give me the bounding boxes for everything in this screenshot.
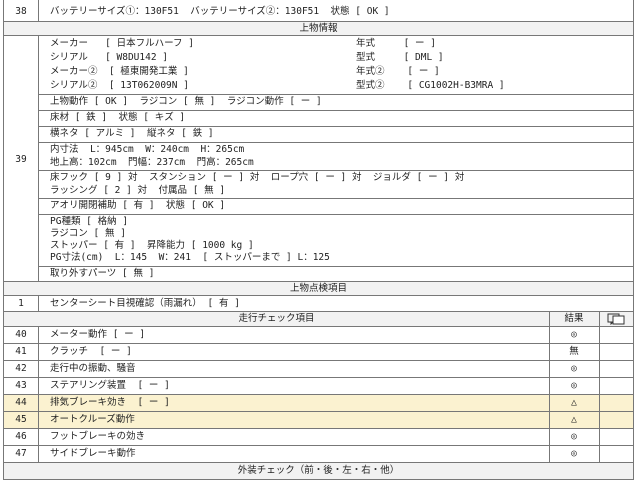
pg-type: PG種類 [ 格納 ] xyxy=(50,216,129,227)
check-item-label: オートクルーズ動作 xyxy=(50,414,135,425)
row-number: 45 xyxy=(15,414,27,425)
powergate-block: PG種類 [ 格納 ] ラジコン [ 無 ] ストッパー [ 有 ] 昇降能力 … xyxy=(38,214,634,267)
table-row: 47 サイドブレーキ動作 ◎ xyxy=(3,446,634,463)
maker-2: メーカー② [ 極東開発工業 ] xyxy=(50,66,189,77)
check-result: ◎ xyxy=(571,380,577,391)
result-header: 結果 xyxy=(564,313,584,324)
serial-2: シリアル② [ 13T062009N ] xyxy=(50,80,189,91)
ground-dimensions: 地上高：102cm 門幅：237cm 門高：265cm xyxy=(50,157,254,168)
floor-line: 床材 [ 鉄 ] 状態 [ キズ ] xyxy=(38,110,634,127)
row-number: 40 xyxy=(15,329,27,340)
tailgate-line: アオリ開閉補助 [ 有 ] 状態 [ OK ] xyxy=(38,198,634,215)
upper-section-title: 上物情報 xyxy=(299,23,338,34)
table-row: 41 クラッチ [ ー ] 無 xyxy=(3,344,634,361)
beams-line: 横ネタ [ アルミ ] 縦ネタ [ 鉄 ] xyxy=(38,126,634,143)
row-number: 43 xyxy=(15,380,27,391)
table-row: 40 メーター動作 [ ー ] ◎ xyxy=(3,327,634,344)
table-row: 45 オートクルーズ動作 △ xyxy=(3,412,634,429)
hooks-text-2: ラッシング [ 2 ] 対 付属品 [ 無 ] xyxy=(50,185,226,196)
pg-radio: ラジコン [ 無 ] xyxy=(50,228,126,239)
pg-dimensions: PG寸法(cm) L：145 W：241 [ ストッパーまで ] L：125 xyxy=(50,252,330,263)
upper-info-block: 39 メーカー [ 日本フルハーフ ] 年式 [ ー ] シリアル [ W8DU… xyxy=(3,36,634,282)
exterior-section-header: 外装チェック（前・後・左・右・他） xyxy=(3,463,634,480)
drive-check-title: 走行チェック項目 xyxy=(238,313,315,324)
comment-icon xyxy=(607,313,625,328)
check-result: ◎ xyxy=(571,329,577,340)
model-2: 型式② [ CG1002H-B3MRA ] xyxy=(356,80,505,91)
maker-block: メーカー [ 日本フルハーフ ] 年式 [ ー ] シリアル [ W8DU142… xyxy=(38,36,634,95)
check-result: ◎ xyxy=(571,448,577,459)
beams-text: 横ネタ [ アルミ ] 縦ネタ [ 鉄 ] xyxy=(50,128,214,139)
floor-text: 床材 [ 鉄 ] 状態 [ キズ ] xyxy=(50,112,186,123)
check-item-label: 走行中の振動、騒音 xyxy=(50,363,136,374)
row-number: 42 xyxy=(15,363,27,374)
check-item-label: ステアリング装置 [ ー ] xyxy=(50,380,170,391)
dimensions-block: 内寸法 L：945cm W：240cm H：265cm 地上高：102cm 門幅… xyxy=(38,142,634,171)
inner-dimensions: 内寸法 L：945cm W：240cm H：265cm xyxy=(50,144,245,155)
year-1: 年式 [ ー ] xyxy=(356,38,436,49)
year-2: 年式② [ ー ] xyxy=(356,66,440,77)
inspection-row: 1 センターシート目視確認（雨漏れ） [ 有 ] xyxy=(3,296,634,312)
row-number: 41 xyxy=(15,346,27,357)
removable-text: 取り外すパーツ [ 無 ] xyxy=(50,268,155,279)
hooks-block: 床フック [ 9 ] 対 スタンション [ ー ] 対 ロープ穴 [ ー ] 対… xyxy=(38,170,634,199)
tailgate-text: アオリ開閉補助 [ 有 ] 状態 [ OK ] xyxy=(50,200,226,211)
inspection-section-header: 上物点検項目 xyxy=(3,282,634,296)
maker-1: メーカー [ 日本フルハーフ ] xyxy=(50,38,194,49)
check-item-label: クラッチ [ ー ] xyxy=(50,346,132,357)
check-item-label: 排気ブレーキ効き [ ー ] xyxy=(50,397,170,408)
check-result: ◎ xyxy=(571,431,577,442)
table-row: 44 排気ブレーキ効き [ ー ] △ xyxy=(3,395,634,412)
row-number: 39 xyxy=(15,154,27,165)
operation-line: 上物動作 [ OK ] ラジコン [ 無 ] ラジコン動作 [ ー ] xyxy=(38,94,634,111)
battery-size-text: バッテリーサイズ①：130F51 バッテリーサイズ②：130F51 状態 [ O… xyxy=(50,6,390,17)
row-number: 47 xyxy=(15,448,27,459)
table-row: 43 ステアリング装置 [ ー ] ◎ xyxy=(3,378,634,395)
inspection-sheet: 38 バッテリーサイズ①：130F51 バッテリーサイズ②：130F51 状態 … xyxy=(3,0,637,480)
inspection-section-title: 上物点検項目 xyxy=(289,283,347,294)
row-number: 46 xyxy=(15,431,27,442)
exterior-section-title: 外装チェック（前・後・左・右・他） xyxy=(237,465,400,476)
check-result: △ xyxy=(571,397,577,408)
hooks-text-1: 床フック [ 9 ] 対 スタンション [ ー ] 対 ロープ穴 [ ー ] 対… xyxy=(50,172,465,183)
row-number: 1 xyxy=(18,298,24,309)
battery-row: 38 バッテリーサイズ①：130F51 バッテリーサイズ②：130F51 状態 … xyxy=(3,0,634,22)
check-result: 無 xyxy=(569,346,579,357)
inspection-text: センターシート目視確認（雨漏れ） [ 有 ] xyxy=(50,298,240,309)
check-item-label: サイドブレーキ動作 xyxy=(50,448,136,459)
operation-text: 上物動作 [ OK ] ラジコン [ 無 ] ラジコン動作 [ ー ] xyxy=(50,96,322,107)
table-row: 42 走行中の振動、騒音 ◎ xyxy=(3,361,634,378)
upper-section-header: 上物情報 xyxy=(3,22,634,36)
check-item-label: フットブレーキの効き xyxy=(50,431,146,442)
pg-stopper: ストッパー [ 有 ] 昇降能力 [ 1000 kg ] xyxy=(50,240,254,251)
model-1: 型式 [ DML ] xyxy=(356,52,444,63)
row-number: 44 xyxy=(15,397,27,408)
table-row: 46 フットブレーキの効き ◎ xyxy=(3,429,634,446)
row-number: 38 xyxy=(15,6,27,17)
check-item-label: メーター動作 [ ー ] xyxy=(50,329,146,340)
serial-1: シリアル [ W8DU142 ] xyxy=(50,52,168,63)
check-result: △ xyxy=(571,414,577,425)
removable-line: 取り外すパーツ [ 無 ] xyxy=(38,266,634,281)
drive-check-header: 走行チェック項目 結果 xyxy=(3,312,634,327)
check-result: ◎ xyxy=(571,363,577,374)
